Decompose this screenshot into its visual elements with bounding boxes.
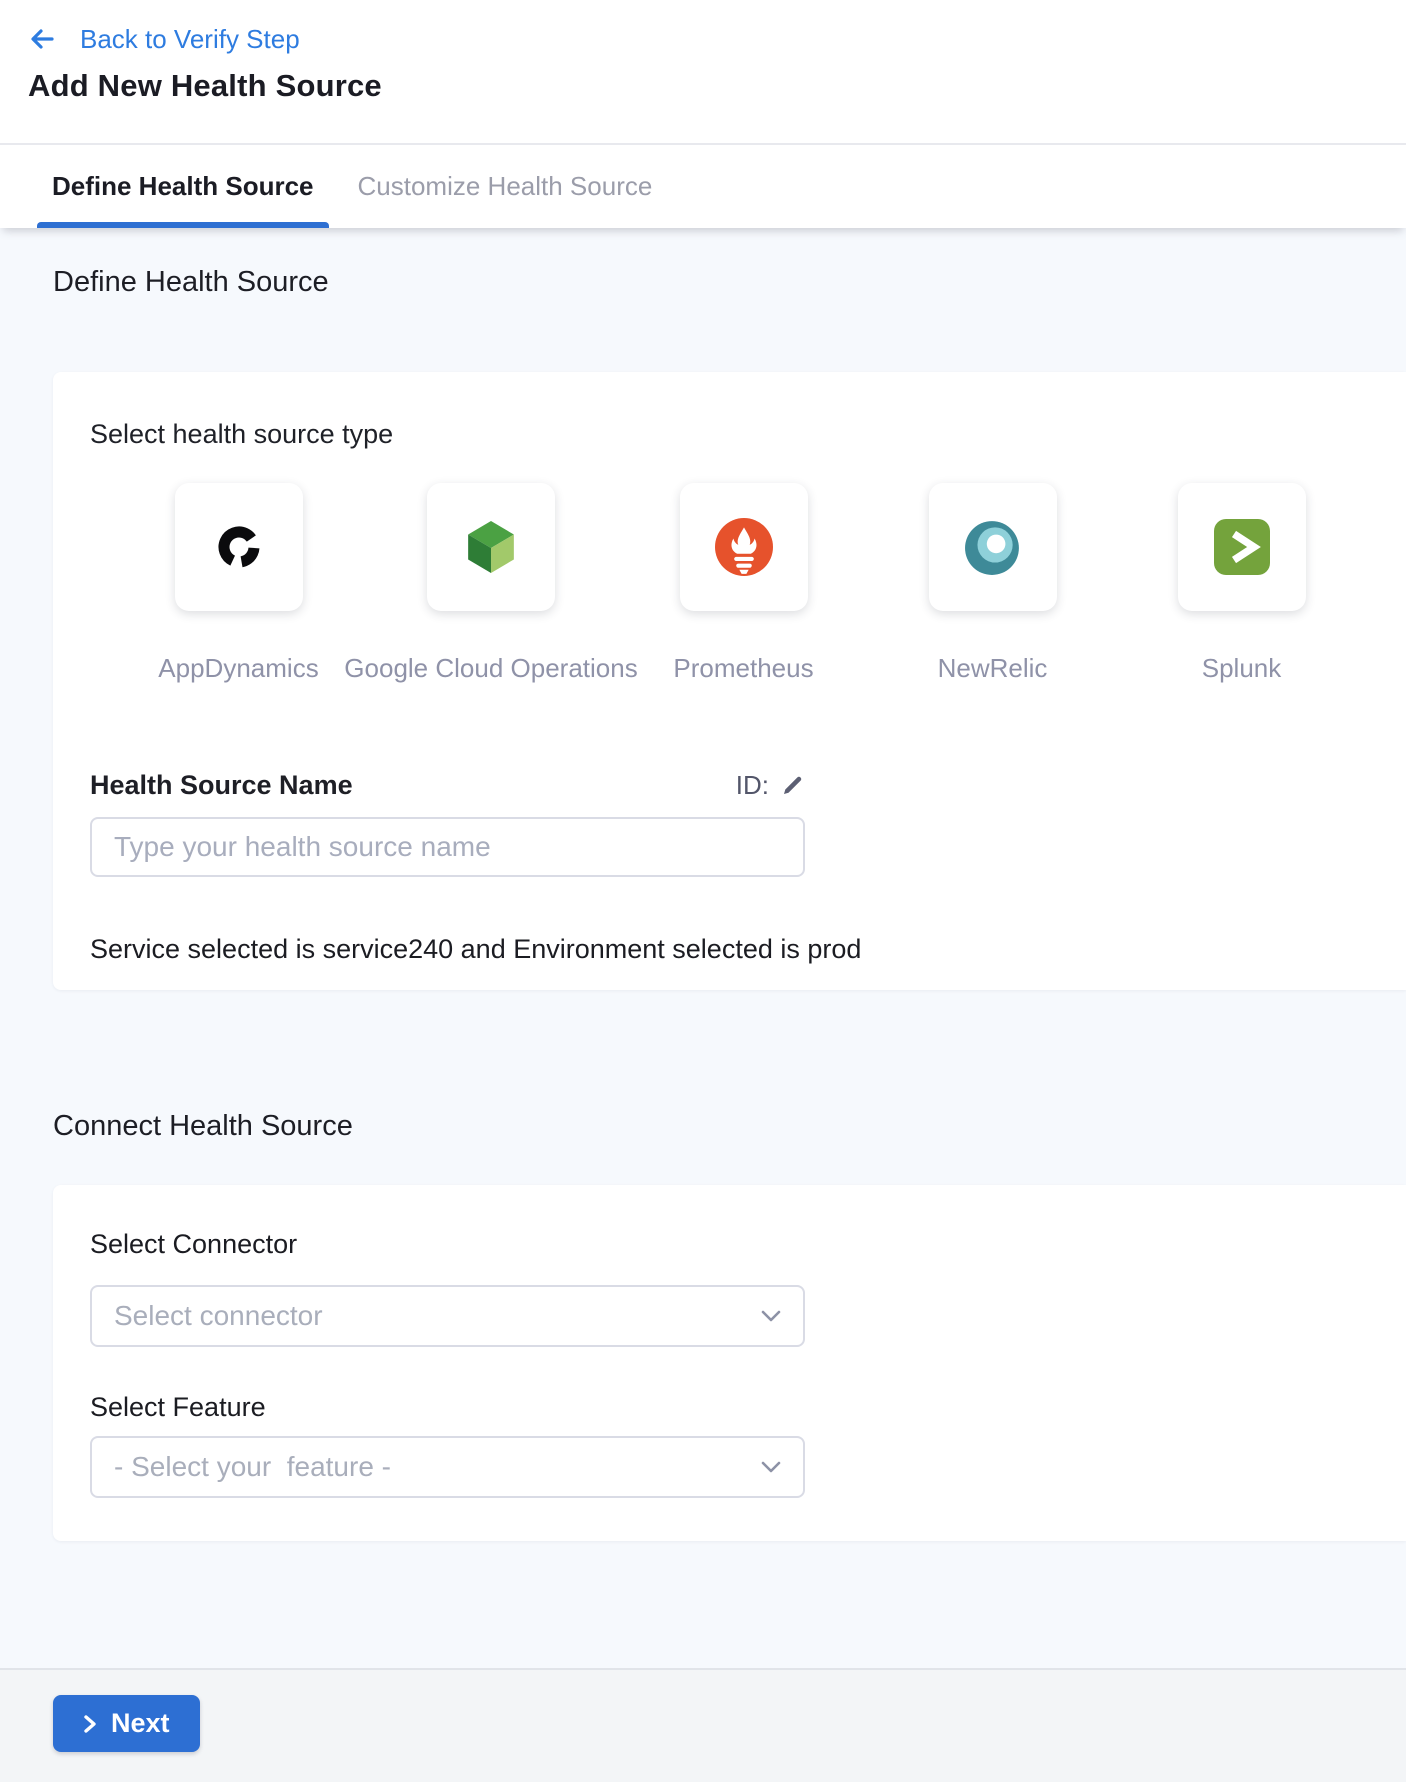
connector-select[interactable]: Select connector [90, 1285, 805, 1347]
select-feature-label: Select Feature [90, 1392, 1366, 1422]
prometheus-icon [715, 518, 773, 576]
chevron-down-icon [761, 1310, 781, 1322]
back-link-label: Back to Verify Step [80, 24, 300, 55]
splunk-icon [1214, 519, 1270, 575]
id-label: ID: [736, 770, 769, 801]
page-header: Back to Verify Step Add New Health Sourc… [0, 0, 1406, 145]
footer-bar: Next [0, 1668, 1406, 1782]
tab-define-label: Define Health Source [52, 171, 314, 202]
newrelic-label: NewRelic [938, 653, 1048, 683]
splunk-label: Splunk [1202, 653, 1282, 683]
source-splunk: Splunk [1117, 483, 1366, 683]
prometheus-tile[interactable] [680, 483, 808, 611]
select-connector-label: Select Connector [90, 1229, 1366, 1259]
connect-health-source-card: Select Connector Select connector Select… [53, 1185, 1406, 1541]
source-prometheus: Prometheus [619, 483, 868, 683]
appdynamics-label: AppDynamics [158, 653, 318, 683]
google-cloud-operations-icon [464, 520, 518, 574]
tab-define-health-source[interactable]: Define Health Source [37, 145, 329, 228]
prometheus-label: Prometheus [673, 653, 813, 683]
health-source-name-input[interactable] [90, 817, 805, 877]
connect-section-heading: Connect Health Source [53, 1110, 1406, 1142]
feature-select-placeholder: - Select your feature - [114, 1451, 391, 1483]
back-to-verify-link[interactable]: Back to Verify Step [28, 24, 300, 55]
source-newrelic: NewRelic [868, 483, 1117, 683]
next-button[interactable]: Next [53, 1695, 200, 1752]
tab-customize-health-source[interactable]: Customize Health Source [343, 145, 668, 228]
google-cloud-operations-label: Google Cloud Operations [344, 653, 637, 683]
define-section-heading: Define Health Source [53, 266, 1406, 298]
back-arrow-icon [28, 25, 56, 53]
page-title: Add New Health Source [28, 68, 1378, 104]
service-environment-note: Service selected is service240 and Envir… [90, 933, 1366, 965]
newrelic-icon [964, 518, 1022, 576]
next-button-label: Next [111, 1708, 170, 1739]
connector-select-placeholder: Select connector [114, 1300, 323, 1332]
appdynamics-icon [215, 523, 263, 571]
tab-bar: Define Health Source Customize Health So… [0, 145, 1406, 228]
source-google-cloud-operations: Google Cloud Operations [363, 483, 619, 683]
health-source-type-row: AppDynamics Google Cloud Operations [114, 483, 1366, 683]
newrelic-tile[interactable] [929, 483, 1057, 611]
select-type-label: Select health source type [90, 418, 1366, 450]
health-source-name-label: Health Source Name [90, 770, 353, 801]
source-appdynamics: AppDynamics [114, 483, 363, 683]
main-content: Define Health Source Select health sourc… [0, 266, 1406, 1668]
feature-select[interactable]: - Select your feature - [90, 1436, 805, 1498]
tab-customize-label: Customize Health Source [358, 171, 653, 202]
edit-pencil-icon[interactable] [781, 773, 805, 797]
google-cloud-operations-tile[interactable] [427, 483, 555, 611]
splunk-tile[interactable] [1178, 483, 1306, 611]
define-health-source-card: Select health source type AppDynamics [53, 372, 1406, 990]
chevron-right-icon [83, 1714, 97, 1734]
chevron-down-icon [761, 1461, 781, 1473]
appdynamics-tile[interactable] [175, 483, 303, 611]
